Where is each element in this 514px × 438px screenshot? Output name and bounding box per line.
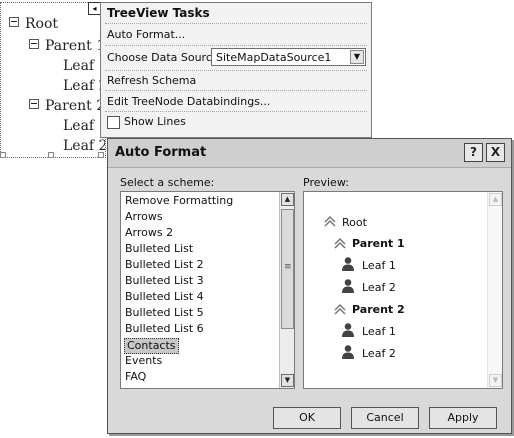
treeview-tasks-panel: TreeView Tasks Auto Format... Choose Dat… [100, 2, 372, 138]
list-item[interactable]: Bulleted List 6 [125, 322, 204, 336]
refresh-schema-link[interactable]: Refresh Schema [107, 74, 196, 87]
divider [105, 90, 367, 91]
list-item[interactable]: Bulleted List 5 [125, 306, 204, 320]
preview-node-leaf: Leaf 2 [362, 281, 396, 294]
scheme-scrollbar[interactable]: ▲ ▼ [279, 192, 294, 388]
list-item[interactable]: Bulleted List 4 [125, 290, 204, 304]
help-button[interactable]: ? [464, 143, 483, 162]
scroll-thumb[interactable] [281, 209, 294, 329]
dialog-title: Auto Format [115, 145, 207, 160]
resize-handle[interactable] [0, 152, 6, 158]
edit-databindings-link[interactable]: Edit TreeNode Databindings... [107, 95, 270, 108]
preview-node-leaf: Leaf 1 [362, 325, 396, 338]
scheme-label: Select a scheme: [120, 176, 215, 189]
preview-label: Preview: [303, 176, 349, 189]
data-source-value: SiteMapDataSource1 [216, 51, 332, 64]
preview-node-parent-1: Parent 1 [352, 237, 405, 250]
auto-format-dialog: Auto Format ? X Select a scheme: Preview… [107, 138, 512, 434]
scroll-down-icon[interactable]: ▼ [489, 374, 502, 387]
divider [105, 45, 367, 46]
data-source-label: Choose Data Source: [107, 51, 223, 64]
tree-node-parent-2[interactable]: Parent 2 [29, 97, 105, 115]
divider [105, 111, 367, 112]
preview-pane: Root Parent 1 Leaf 1 Leaf 2 Parent 2 Lea… [303, 191, 503, 389]
divider [105, 70, 367, 71]
list-item[interactable]: Remove Formatting [125, 194, 233, 208]
chevron-up-double-icon [334, 303, 346, 315]
preview-node-parent-2: Parent 2 [352, 303, 405, 316]
cancel-button[interactable]: Cancel [351, 407, 419, 429]
list-item[interactable]: Bulleted List [125, 242, 193, 256]
chevron-down-icon[interactable]: ▼ [350, 50, 364, 64]
preview-node-leaf: Leaf 2 [362, 347, 396, 360]
preview-node-root: Root [342, 216, 367, 229]
divider [105, 23, 367, 24]
close-button[interactable]: X [486, 143, 505, 162]
list-item[interactable]: Events [125, 354, 162, 368]
tree-node-root[interactable]: Root [9, 15, 58, 33]
contact-person-icon [342, 279, 354, 293]
chevron-up-double-icon [324, 215, 336, 227]
dialog-title-bar[interactable]: Auto Format ? X [108, 139, 511, 168]
tree-node-parent-1[interactable]: Parent 1 [29, 37, 105, 55]
collapse-icon[interactable] [29, 99, 39, 109]
list-item[interactable]: Bulleted List 2 [125, 258, 204, 272]
chevron-up-double-icon [334, 237, 346, 249]
scroll-up-icon[interactable]: ▲ [281, 193, 294, 206]
resize-handle[interactable] [98, 152, 104, 158]
collapse-icon[interactable] [29, 39, 39, 49]
list-item[interactable]: Arrows [125, 210, 163, 224]
auto-format-link[interactable]: Auto Format... [107, 28, 185, 41]
collapse-icon[interactable] [9, 17, 19, 27]
contact-person-icon [342, 257, 354, 271]
list-item-selected[interactable]: Contacts [124, 338, 179, 354]
resize-handle[interactable] [48, 152, 54, 158]
list-item[interactable]: Bulleted List 3 [125, 274, 204, 288]
scheme-listbox[interactable]: Remove Formatting Arrows Arrows 2 Bullet… [120, 191, 295, 389]
data-source-select[interactable]: SiteMapDataSource1 ▼ [211, 48, 366, 66]
preview-scrollbar[interactable]: ▲ ▼ [487, 192, 502, 388]
list-item[interactable]: Arrows 2 [125, 226, 173, 240]
show-lines-label[interactable]: Show Lines [124, 115, 186, 128]
show-lines-checkbox[interactable] [107, 116, 120, 129]
ok-button[interactable]: OK [273, 407, 341, 429]
scroll-up-icon[interactable]: ▲ [489, 193, 502, 206]
preview-node-leaf: Leaf 1 [362, 259, 396, 272]
tasks-title: TreeView Tasks [107, 6, 210, 20]
apply-button[interactable]: Apply [429, 407, 497, 429]
scroll-down-icon[interactable]: ▼ [281, 374, 294, 387]
contact-person-icon [342, 323, 354, 337]
designer-treeview[interactable]: Root Parent 1 Leaf 1 Leaf 2 Parent 2 Lea… [0, 2, 106, 158]
contact-person-icon [342, 345, 354, 359]
list-item[interactable]: FAQ [125, 370, 146, 384]
